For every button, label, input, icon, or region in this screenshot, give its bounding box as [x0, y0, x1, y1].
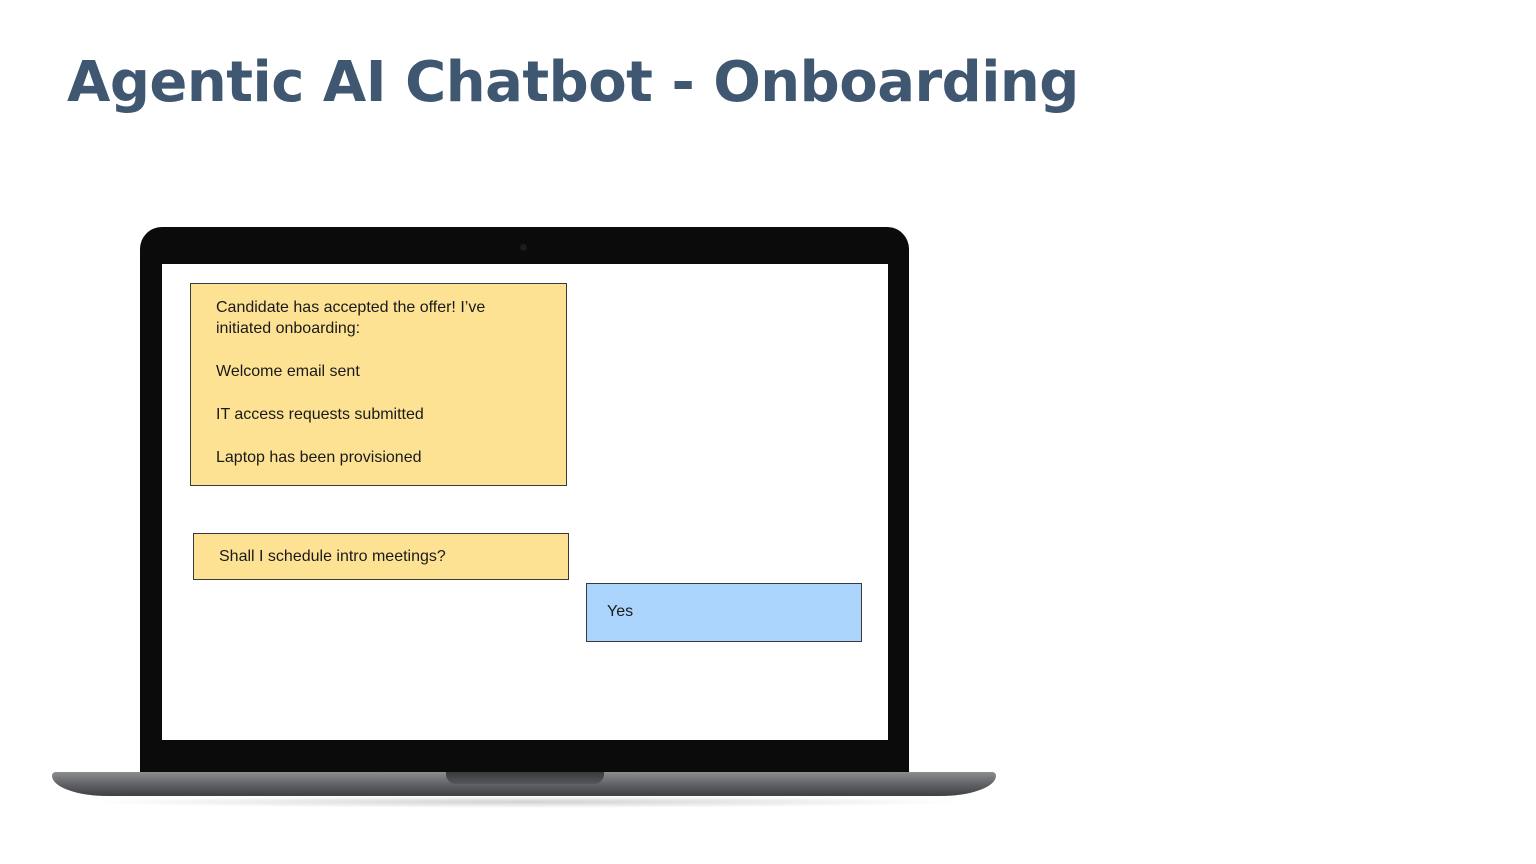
bot-message-onboarding-status: Candidate has accepted the offer! I’ve i… [190, 283, 567, 486]
webcam-icon [520, 244, 527, 251]
user-message-reply: Yes [586, 583, 862, 642]
slide: Agentic AI Chatbot - Onboarding Candidat… [0, 0, 1536, 864]
slide-title: Agentic AI Chatbot - Onboarding [67, 50, 1079, 115]
bot-message-schedule-question: Shall I schedule intro meetings? [193, 533, 569, 580]
laptop-shadow [80, 796, 970, 808]
onboarding-item: Welcome email sent [216, 363, 360, 380]
bot-message-intro: Candidate has accepted the offer! I’ve i… [216, 299, 486, 337]
user-message-text: Yes [607, 603, 634, 620]
onboarding-item: Laptop has been provisioned [216, 449, 422, 466]
onboarding-item: IT access requests submitted [216, 406, 424, 423]
bot-message-text: Shall I schedule intro meetings? [219, 548, 446, 565]
laptop-hinge-notch [446, 772, 604, 784]
